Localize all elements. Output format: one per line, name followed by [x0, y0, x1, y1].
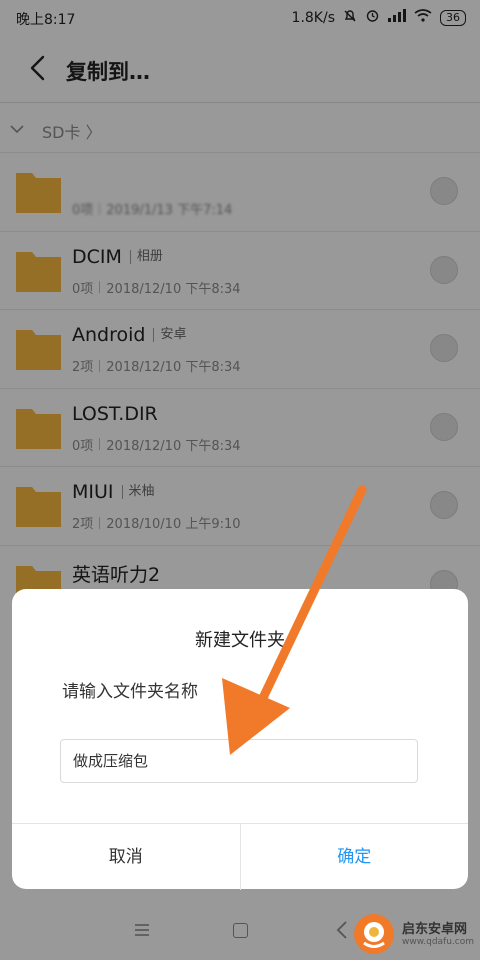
watermark-text: 启东安卓网 www.qdafu.com [402, 922, 474, 947]
menu-icon[interactable] [134, 922, 150, 941]
watermark-logo-icon [354, 914, 394, 954]
watermark-name: 启东安卓网 [402, 921, 468, 937]
confirm-button[interactable]: 确定 [241, 824, 469, 890]
new-folder-dialog: 新建文件夹 请输入文件夹名称 做成压缩包 取消 确定 [12, 589, 468, 890]
dialog-buttons: 取消 确定 [12, 823, 468, 890]
home-icon[interactable] [233, 923, 248, 938]
dialog-prompt: 请输入文件夹名称 [62, 682, 198, 702]
folder-name-input[interactable]: 做成压缩包 [60, 739, 418, 783]
site-watermark: 启东安卓网 www.qdafu.com [352, 912, 474, 956]
file-copy-screen: 晚上8:17 1.8K/s 36 复制到… SD卡 〉 0项 2019/1/13… [0, 0, 480, 960]
dialog-title: 新建文件夹 [195, 630, 285, 651]
back-icon[interactable] [336, 920, 348, 944]
cancel-button[interactable]: 取消 [12, 824, 241, 890]
watermark-url: www.qdafu.com [402, 936, 475, 947]
